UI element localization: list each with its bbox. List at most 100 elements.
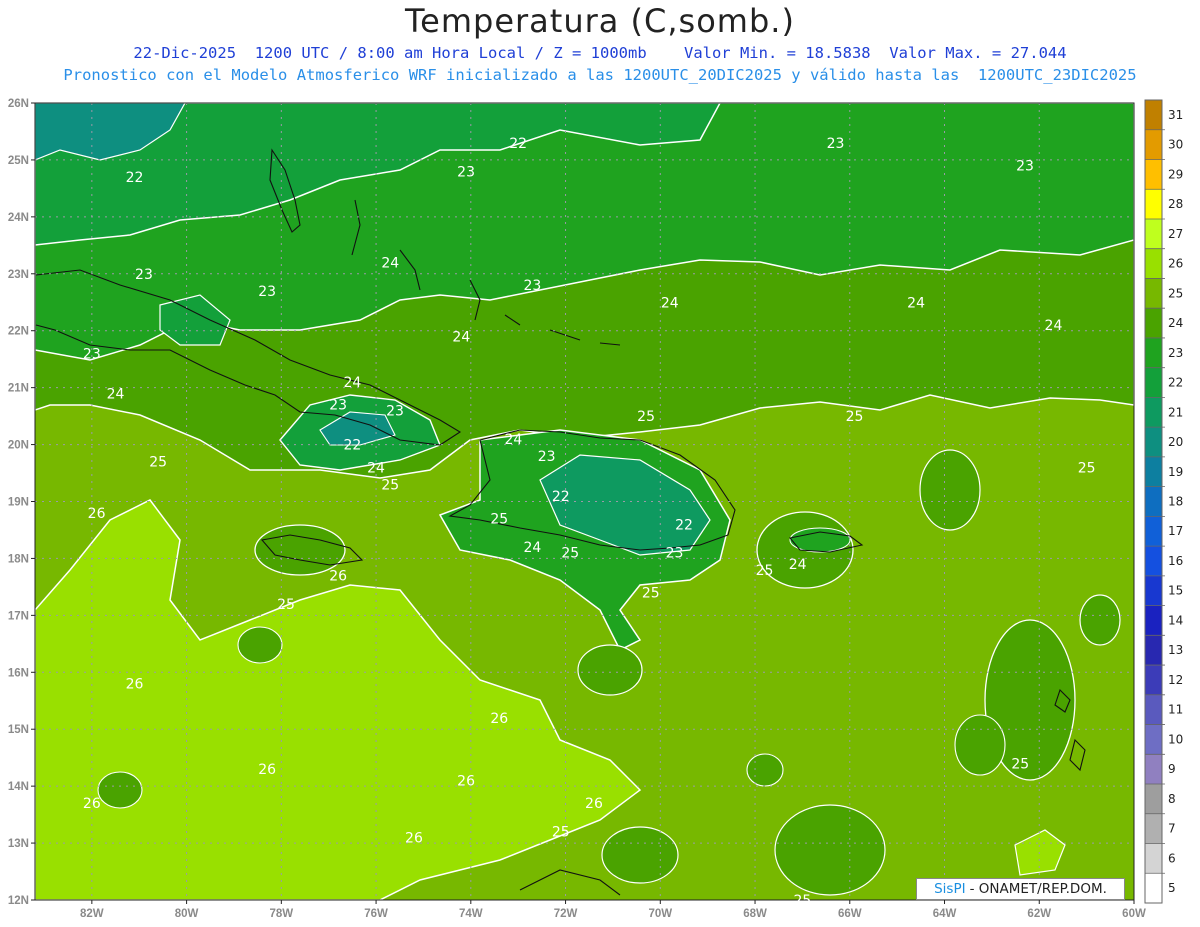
contour-label: 24: [505, 432, 523, 448]
contour-label: 23: [457, 164, 475, 180]
lon-label: 80W: [175, 908, 199, 920]
colorbar-label: 31: [1168, 108, 1183, 122]
lon-label: 74W: [459, 908, 483, 920]
colorbar: 31 30 29 28 27 26 25 24 23 22 21 20 19 18 17 16 15 14 13 12…: [1144, 99, 1183, 904]
latitude-labels: 26N 25N 24N 23N 22N 21N 20N 19N 18N 17N 16N 15N 14N 1…: [8, 98, 29, 907]
contour-label: 26: [457, 773, 475, 789]
colorbar-swatch: [1145, 694, 1162, 726]
contour-label: 25: [561, 546, 579, 562]
contour-label: 23: [386, 403, 404, 419]
lat-label: 16N: [8, 667, 29, 679]
colorbar-label: 30: [1168, 138, 1183, 152]
contour-label: 23: [83, 346, 101, 362]
colorbar-swatch: [1145, 516, 1162, 547]
contour-label: 26: [585, 796, 603, 812]
contour-label: 26: [83, 796, 101, 812]
colorbar-swatch: [1145, 427, 1162, 458]
contour-label: 25: [846, 409, 864, 425]
contour-label: 25: [1011, 756, 1029, 772]
colorbar-swatch: [1145, 248, 1162, 279]
colorbar-label: 13: [1168, 643, 1183, 657]
colorbar-label: 22: [1168, 376, 1183, 390]
field-east-1: [919, 449, 981, 531]
credit-box: SisPI - ONAMET/REP.DOM.: [916, 878, 1125, 900]
lon-label: 66W: [838, 908, 862, 920]
colorbar-label: 9: [1168, 762, 1176, 776]
contour-label: 26: [88, 506, 106, 522]
colorbar-label: 11: [1168, 703, 1183, 717]
colorbar-label: 15: [1168, 584, 1183, 598]
colorbar-swatch: [1145, 813, 1162, 845]
colorbar-label: 19: [1168, 465, 1183, 479]
colorbar-swatch: [1145, 665, 1162, 696]
colorbar-swatch: [1145, 605, 1162, 636]
colorbar-swatch: [1145, 456, 1162, 488]
contour-label: 26: [126, 677, 144, 693]
contour-label: 24: [907, 295, 925, 311]
credit-text: - ONAMET/REP.DOM.: [969, 881, 1107, 897]
lon-label: 78W: [269, 908, 293, 920]
colorbar-swatch: [1145, 635, 1162, 666]
lon-label: 70W: [648, 908, 672, 920]
colorbar-label: 27: [1168, 227, 1183, 241]
longitude-labels: 82W 80W 78W 76W 74W 72W 70W 68W 66W 64W 62W 60W: [80, 908, 1146, 920]
colorbar-label: 8: [1168, 792, 1176, 806]
contour-label: 24: [107, 386, 125, 402]
lat-label: 22N: [8, 326, 29, 338]
colorbar-swatch: [1145, 218, 1162, 250]
colorbar-swatch: [1145, 159, 1162, 190]
colorbar-label: 18: [1168, 495, 1183, 509]
lat-label: 13N: [8, 838, 29, 850]
lat-label: 19N: [8, 497, 29, 509]
contour-label: 24: [452, 329, 470, 345]
lat-label: 24N: [8, 212, 29, 224]
colorbar-swatch: [1145, 873, 1162, 904]
field-south-3: [601, 826, 679, 884]
field-south-1: [577, 644, 643, 696]
contour-label: 24: [523, 540, 541, 556]
field-south-6: [97, 771, 143, 809]
colorbar-label: 21: [1168, 405, 1183, 419]
contour-label: 23: [538, 449, 556, 465]
contour-label: 25: [642, 586, 660, 602]
contour-label: 25: [637, 409, 655, 425]
colorbar-label: 26: [1168, 257, 1183, 271]
field-east-2: [1079, 594, 1121, 646]
contour-label: 25: [552, 825, 570, 841]
field-jamaica: [254, 524, 346, 576]
lat-label: 15N: [8, 724, 29, 736]
colorbar-swatch: [1145, 367, 1162, 398]
lon-label: 76W: [364, 908, 388, 920]
contour-label: 25: [277, 597, 295, 613]
contour-label: 23: [523, 278, 541, 294]
contour-label: 23: [258, 284, 276, 300]
colorbar-label: 5: [1168, 881, 1176, 895]
colorbar-swatch: [1145, 843, 1162, 874]
contour-label: 25: [381, 477, 399, 493]
colorbar-swatch: [1145, 189, 1162, 220]
colorbar-label: 28: [1168, 197, 1183, 211]
contour-label: 23: [827, 136, 845, 152]
lat-label: 14N: [8, 781, 29, 793]
contour-label: 26: [329, 569, 347, 585]
colorbar-label: 14: [1168, 613, 1183, 627]
contour-label: 24: [661, 295, 679, 311]
colorbar-swatch: [1145, 754, 1162, 785]
colorbar-label: 23: [1168, 346, 1183, 360]
contour-label: 26: [258, 762, 276, 778]
colorbar-swatch: [1145, 397, 1162, 428]
colorbar-label: 24: [1168, 316, 1183, 330]
lon-label: 64W: [933, 908, 957, 920]
contour-label: 22: [126, 170, 144, 186]
lon-label: 60W: [1122, 908, 1146, 920]
contour-label: 22: [343, 438, 361, 454]
lat-label: 25N: [8, 155, 29, 167]
contour-label: 25: [793, 893, 811, 909]
colorbar-swatch: [1145, 100, 1162, 131]
lon-label: 82W: [80, 908, 104, 920]
lat-label: 21N: [8, 383, 29, 395]
lat-label: 20N: [8, 440, 29, 452]
colorbar-label: 16: [1168, 554, 1183, 568]
colorbar-swatch: [1145, 546, 1162, 577]
lat-label: 18N: [8, 553, 29, 565]
